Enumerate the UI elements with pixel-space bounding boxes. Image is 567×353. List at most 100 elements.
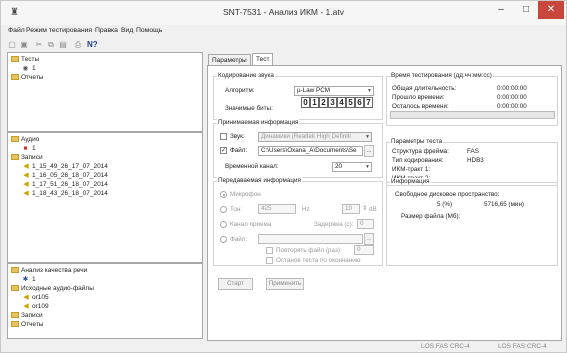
- save-icon[interactable]: ▣: [19, 40, 29, 50]
- hz-label: Hz: [302, 206, 310, 213]
- tree-folder-reports[interactable]: Отчеты: [11, 320, 43, 329]
- sound-checkbox[interactable]: [220, 133, 227, 140]
- tree-item-record[interactable]: ◀ 1_18_43_26_18_07_2014: [22, 189, 108, 198]
- bit-toggle[interactable]: 7: [364, 97, 373, 108]
- folder-icon: [11, 285, 19, 291]
- tree-audio-panel: Аудио ■ 1 Записи ◀ 1_15_49_26_17_07_2014 ◀…: [7, 132, 203, 263]
- print-icon[interactable]: ⎙: [73, 40, 83, 50]
- tone-frequency-input[interactable]: 425: [258, 204, 296, 214]
- stop-test-label: Останов теста по окончанию: [276, 257, 361, 264]
- status-right: LOS FAS CRC-4: [498, 343, 547, 350]
- stop-test-checkbox[interactable]: [266, 257, 273, 264]
- audio-file-icon: ◀: [23, 190, 29, 197]
- frame-structure-value: FAS: [467, 148, 479, 155]
- algorithm-select[interactable]: µ-Law PCM ▼: [294, 86, 374, 96]
- bit-toggle[interactable]: 5: [346, 97, 355, 108]
- browse-file-button[interactable]: ...: [364, 145, 374, 157]
- tx-file-label: Файл:: [230, 236, 248, 243]
- new-file-icon[interactable]: ▢: [7, 40, 17, 50]
- remaining-value: 0:00:00:00: [497, 103, 527, 110]
- tone-radio[interactable]: [220, 206, 227, 213]
- reception-channel-radio[interactable]: [220, 221, 227, 228]
- bit-toggle[interactable]: 3: [328, 97, 337, 108]
- info-group-label: Информация: [390, 178, 431, 185]
- test-icon: ◉: [22, 65, 29, 72]
- file-checkbox[interactable]: ✓: [220, 147, 227, 154]
- bit-toggle[interactable]: 6: [355, 97, 364, 108]
- folder-icon: [11, 56, 19, 62]
- menu-test-mode[interactable]: Режим тестирования: [26, 27, 92, 34]
- maximize-button[interactable]: □: [514, 1, 538, 19]
- help-icon[interactable]: N?: [87, 40, 98, 50]
- significant-bits-label: Значимые биты:: [225, 105, 273, 112]
- receive-group: Принимаемая информация Звук: Динамики (R…: [213, 119, 383, 178]
- coding-type-label: Тип кодирования:: [392, 157, 444, 164]
- file-size-label: Размер файла (Мб):: [401, 213, 461, 220]
- folder-icon: [11, 136, 19, 142]
- tree-item-record[interactable]: ◀ 1_15_49_26_17_07_2014: [22, 162, 108, 171]
- sound-device-select[interactable]: Динамики (Realtek High Definiti ▼: [258, 132, 372, 142]
- test-tab-page: Кодирование звука Алгоритм: µ-Law PCM ▼ З…: [207, 65, 562, 341]
- folder-icon: [11, 154, 19, 160]
- tree-item-test[interactable]: ◉ 1: [22, 64, 36, 73]
- bit-toggle[interactable]: 4: [337, 97, 346, 108]
- coding-type-value: HDB3: [467, 157, 484, 164]
- tree-quality-panel: Анализ качества речи ✱ 1 Исходные аудио-ф…: [7, 263, 203, 339]
- bit-toggle[interactable]: 1: [310, 97, 319, 108]
- tree-folder-records[interactable]: Записи: [11, 153, 43, 162]
- tree-folder-source-audio[interactable]: Исходные аудио-файлы: [11, 284, 94, 293]
- chevron-down-icon: ▼: [367, 88, 372, 94]
- delay-input[interactable]: 0: [357, 219, 374, 229]
- receive-group-label: Принимаемая информация: [217, 119, 300, 126]
- microphone-radio[interactable]: [220, 191, 227, 198]
- test-progress-bar: [390, 111, 555, 119]
- free-space-minutes: 5716,65 (мин): [484, 201, 525, 208]
- file-radio[interactable]: [220, 236, 227, 243]
- delay-label: Задержка (с):: [314, 221, 354, 228]
- tx-browse-button[interactable]: ...: [364, 233, 374, 245]
- tree-item-record[interactable]: ◀ 1_17_51_26_18_07_2014: [22, 180, 108, 189]
- audio-file-icon: ◀: [23, 181, 29, 188]
- repeat-count-input[interactable]: 0: [354, 245, 374, 255]
- file-path-input[interactable]: C:\Users\Oxana_A\Documents\Se: [258, 146, 363, 156]
- tree-item-test[interactable]: ■ 1: [22, 144, 36, 153]
- menu-edit[interactable]: Правка: [95, 27, 118, 34]
- tree-folder-reports[interactable]: Отчеты: [11, 73, 43, 82]
- start-button[interactable]: Старт: [218, 278, 253, 290]
- tree-item-record[interactable]: ◀ 1_16_05_26_18_07_2014: [22, 171, 108, 180]
- menu-help[interactable]: Помощь: [136, 27, 162, 34]
- status-left: LOS FAS CRC-4: [421, 343, 470, 350]
- bit-toggle[interactable]: 2: [319, 97, 328, 108]
- tree-folder-tests[interactable]: Тесты: [11, 55, 39, 64]
- tone-level-input[interactable]: 10: [342, 204, 360, 214]
- repeat-checkbox[interactable]: [266, 247, 273, 254]
- tx-file-input[interactable]: [258, 234, 363, 244]
- file-label: Файл:: [230, 147, 248, 154]
- tree-item-source-file[interactable]: ◀ or109: [22, 302, 48, 311]
- menu-file[interactable]: Файл: [8, 27, 25, 34]
- free-space-percent: 5 (%): [437, 201, 453, 208]
- audio-file-icon: ◀: [23, 172, 29, 179]
- tone-label: Тон:: [230, 206, 243, 213]
- window-title: SNT-7531 - Анализ ИКМ - 1.atv: [222, 7, 344, 17]
- tree-item-test[interactable]: ✱ 1: [22, 275, 36, 284]
- time-slot-select[interactable]: 20 ▼: [332, 162, 372, 172]
- tree-item-source-file[interactable]: ◀ or105: [22, 293, 48, 302]
- apply-button[interactable]: Применить: [266, 278, 304, 290]
- bit-toggle[interactable]: 0: [301, 97, 310, 108]
- tree-folder-speech-quality[interactable]: Анализ качества речи: [11, 266, 87, 275]
- tree-folder-records[interactable]: Записи: [11, 311, 43, 320]
- level-spin-icon[interactable]: ⇕: [362, 205, 367, 212]
- close-button[interactable]: ✕: [538, 1, 564, 19]
- chevron-down-icon: ▼: [365, 164, 370, 170]
- cut-icon[interactable]: ✂: [34, 40, 44, 50]
- copy-icon[interactable]: ⧉: [46, 40, 56, 50]
- elapsed-value: 0:00:00:00: [497, 94, 527, 101]
- minimize-button[interactable]: –: [488, 1, 514, 19]
- paste-icon[interactable]: ▤: [58, 40, 68, 50]
- tree-folder-audio[interactable]: Аудио: [11, 135, 39, 144]
- menu-view[interactable]: Вид: [121, 27, 133, 34]
- algorithm-label: Алгоритм:: [225, 87, 255, 94]
- menu-bar: Файл Режим тестирования Правка Вид Помощ…: [1, 27, 566, 39]
- transmit-group-label: Передаваемая информация: [217, 177, 302, 184]
